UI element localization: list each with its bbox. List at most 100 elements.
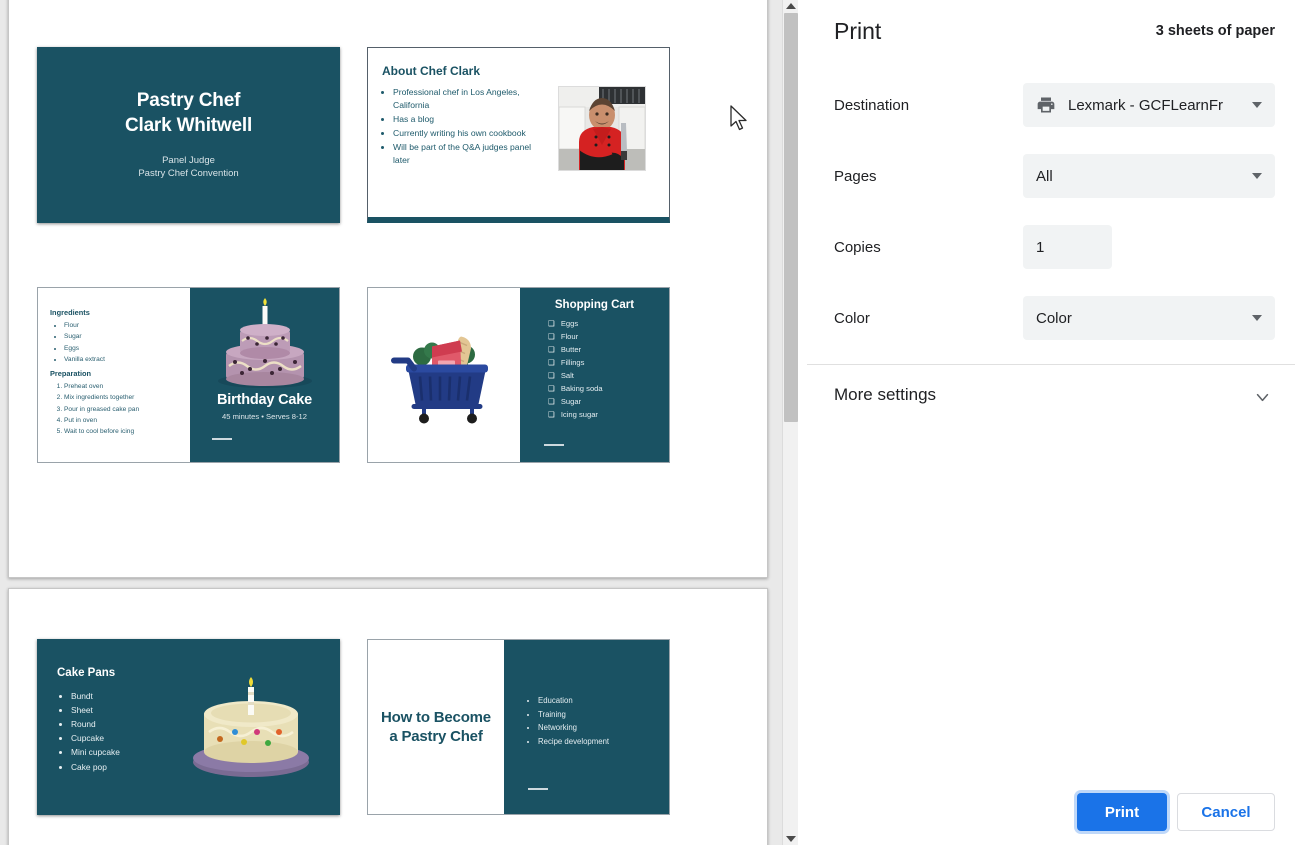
print-preview-area[interactable]: Pastry Chef Clark Whitwell Panel Judge P… <box>0 0 782 845</box>
list-item: Training <box>538 708 609 722</box>
preparation-heading: Preparation <box>50 369 139 378</box>
cake-pans-list: Bundt Sheet Round Cupcake Mini cupcake C… <box>71 689 120 774</box>
ingredients-list: Flour Sugar Eggs Vanilla extract <box>64 320 105 365</box>
list-item: Sugar <box>64 331 105 342</box>
chef-portrait-photo <box>558 86 646 171</box>
list-item-label: Salt <box>561 369 574 382</box>
print-settings-panel: Print 3 sheets of paper Destination Lexm… <box>799 0 1295 845</box>
slide-shopping-cart: Shopping Cart ❑ Eggs ❑ Flour ❑ Butter <box>367 287 670 463</box>
preview-scrollbar[interactable] <box>782 0 798 845</box>
more-settings-row[interactable]: More settings <box>799 377 1295 419</box>
list-item: Put in oven <box>64 415 139 426</box>
list-item-label: Baking soda <box>561 382 603 395</box>
checkbox-icon: ❑ <box>548 356 555 369</box>
how-title-line1: How to Become <box>381 708 491 728</box>
recipe-right-panel: Birthday Cake 45 minutes • Serves 8-12 <box>190 288 339 462</box>
copies-row: Copies 1 <box>799 225 1295 269</box>
list-item: Networking <box>538 721 609 735</box>
cancel-button[interactable]: Cancel <box>1177 793 1275 831</box>
pages-value: All <box>1036 168 1244 185</box>
checkbox-icon: ❑ <box>548 343 555 356</box>
shopping-left-panel <box>368 288 520 462</box>
print-dialog-actions: Print Cancel <box>1077 793 1275 831</box>
copies-input[interactable]: 1 <box>1023 225 1112 269</box>
preview-page-2: Cake Pans Bundt Sheet Round Cupcake Mini… <box>8 588 768 845</box>
destination-select[interactable]: Lexmark - GCFLearnFr <box>1023 83 1275 127</box>
slide-subtitle-line1: Panel Judge <box>162 155 215 168</box>
slide-birthday-cake-recipe: Ingredients Flour Sugar Eggs Vanilla ext… <box>37 287 340 463</box>
checkbox-icon: ❑ <box>548 330 555 343</box>
more-settings-label: More settings <box>834 385 936 405</box>
mouse-cursor <box>729 105 749 138</box>
list-item: ❑ Icing sugar <box>548 408 603 421</box>
list-item: Mini cupcake <box>71 745 120 759</box>
how-title-line2: a Pastry Chef <box>381 727 491 747</box>
slide-title-line2: Clark Whitwell <box>125 114 252 138</box>
preparation-block: Preparation Preheat oven Mix ingredients… <box>50 369 139 438</box>
list-item: Professional chef in Los Angeles, Califo… <box>393 86 543 112</box>
color-value: Color <box>1036 310 1244 327</box>
chevron-down-icon <box>1252 102 1262 108</box>
list-item: ❑ Fillings <box>548 356 603 369</box>
slide-title-line1: Pastry Chef <box>137 89 240 113</box>
chevron-down-icon <box>1252 315 1262 321</box>
chevron-down-icon <box>1254 389 1271 406</box>
list-item-label: Eggs <box>561 317 578 330</box>
pages-row: Pages All <box>799 154 1295 198</box>
checkbox-icon: ❑ <box>548 408 555 421</box>
copies-value: 1 <box>1036 239 1099 256</box>
slide-title: Pastry Chef Clark Whitwell Panel Judge P… <box>37 47 340 223</box>
list-item: ❑ Salt <box>548 369 603 382</box>
pages-label: Pages <box>834 168 877 185</box>
slide-about-bullet-list: Professional chef in Los Angeles, Califo… <box>393 86 543 168</box>
how-right-panel: Education Training Networking Recipe dev… <box>504 640 669 814</box>
list-item: ❑ Baking soda <box>548 382 603 395</box>
print-panel-header: Print 3 sheets of paper <box>799 0 1295 66</box>
scroll-down-arrow-icon[interactable] <box>783 833 798 845</box>
checkbox-icon: ❑ <box>548 317 555 330</box>
round-cake-on-plate-illustration <box>187 674 315 789</box>
ingredients-block: Ingredients Flour Sugar Eggs Vanilla ext… <box>50 308 105 365</box>
list-item: ❑ Sugar <box>548 395 603 408</box>
cake-pans-heading: Cake Pans <box>57 667 115 679</box>
shopping-right-panel: Shopping Cart ❑ Eggs ❑ Flour ❑ Butter <box>520 288 669 462</box>
how-bullet-list: Education Training Networking Recipe dev… <box>538 694 609 749</box>
checkbox-icon: ❑ <box>548 395 555 408</box>
accent-dash <box>528 788 548 790</box>
list-item: Vanilla extract <box>64 354 105 365</box>
print-button[interactable]: Print <box>1077 793 1167 831</box>
scrollbar-thumb[interactable] <box>784 13 798 422</box>
list-item: Pour in greased cake pan <box>64 404 139 415</box>
list-item: Bundt <box>71 689 120 703</box>
shopping-cart-title: Shopping Cart <box>520 299 669 311</box>
shopping-checklist: ❑ Eggs ❑ Flour ❑ Butter ❑ <box>548 317 603 421</box>
slide-about-heading: About Chef Clark <box>382 64 480 78</box>
list-item: Round <box>71 717 120 731</box>
list-item-label: Flour <box>561 330 578 343</box>
how-left-panel: How to Become a Pastry Chef <box>368 640 504 814</box>
chevron-down-icon <box>1252 173 1262 179</box>
list-item-label: Butter <box>561 343 581 356</box>
color-select[interactable]: Color <box>1023 296 1275 340</box>
slide-subtitle-line2: Pastry Chef Convention <box>138 168 238 181</box>
list-item: ❑ Eggs <box>548 317 603 330</box>
sheet-count-summary: 3 sheets of paper <box>1156 23 1275 39</box>
list-item-label: Fillings <box>561 356 585 369</box>
destination-row: Destination Lexmark - GCFLearnFr <box>799 83 1295 127</box>
how-title-block: How to Become a Pastry Chef <box>381 708 491 747</box>
list-item: ❑ Flour <box>548 330 603 343</box>
pages-select[interactable]: All <box>1023 154 1275 198</box>
list-item: Wait to cool before icing <box>64 426 139 437</box>
color-label: Color <box>834 310 870 327</box>
list-item: Cupcake <box>71 731 120 745</box>
printer-icon <box>1036 95 1058 115</box>
recipe-subtitle: 45 minutes • Serves 8-12 <box>190 412 339 421</box>
accent-dash <box>544 444 564 446</box>
preview-page-1: Pastry Chef Clark Whitwell Panel Judge P… <box>8 0 768 578</box>
list-item: Preheat oven <box>64 381 139 392</box>
list-item: Recipe development <box>538 735 609 749</box>
scroll-up-arrow-icon[interactable] <box>783 0 798 12</box>
shopping-cart-with-groceries-illustration <box>388 321 500 430</box>
list-item: Mix ingredients together <box>64 392 139 403</box>
checkbox-icon: ❑ <box>548 369 555 382</box>
